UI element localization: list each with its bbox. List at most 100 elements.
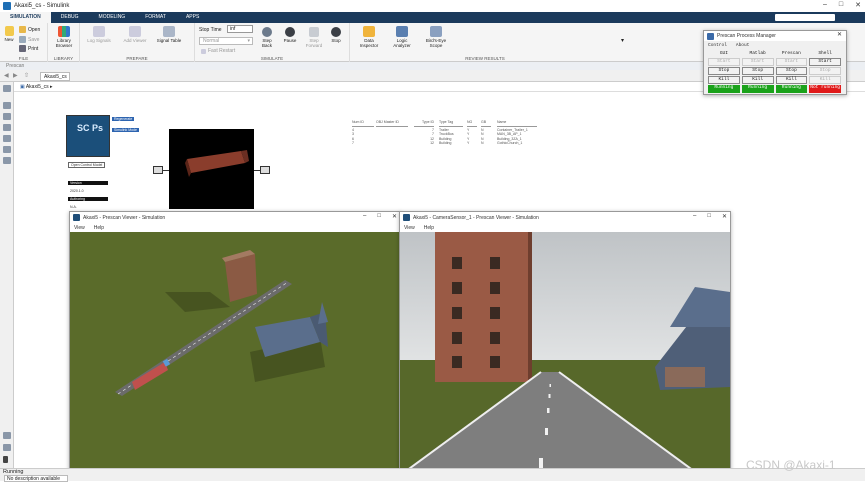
step-forward-button[interactable]: Step Forward xyxy=(303,27,325,48)
ribbon-search-box[interactable] xyxy=(775,14,835,21)
col-header: Type ID xyxy=(414,120,434,127)
model-browser-icon[interactable] xyxy=(3,432,11,439)
log-signals-label: Log Signals xyxy=(87,38,111,43)
viewer-window-top: Akaxi5 - Prescan Viewer - Simulation – □ ✕… xyxy=(69,211,401,472)
close-icon[interactable]: ✕ xyxy=(837,31,842,38)
log-signals-button[interactable]: Log Signals xyxy=(86,26,112,43)
birds-eye-scope-button[interactable]: Bird's-Eye Scope xyxy=(422,26,450,48)
logic-analyzer-label: Logic Analyzer xyxy=(393,38,411,48)
menu-help[interactable]: Help xyxy=(94,225,104,231)
simulink-mode-button[interactable]: Simulink Mode xyxy=(112,128,139,132)
title-bar: Akaxi5_cs - Simulink xyxy=(0,0,865,12)
print-button[interactable]: Print xyxy=(19,45,38,52)
close-icon[interactable]: ✕ xyxy=(392,213,397,220)
maximize-icon[interactable]: □ xyxy=(707,213,711,220)
fit-icon[interactable] xyxy=(3,113,11,120)
start-prescan-button[interactable]: Start xyxy=(775,58,808,66)
menu-view[interactable]: View xyxy=(404,225,415,231)
signal-table-button[interactable]: Signal Table xyxy=(156,26,182,43)
inport-block[interactable] xyxy=(153,166,163,174)
area-icon[interactable] xyxy=(3,157,11,164)
start-gui-button[interactable]: Start xyxy=(708,58,740,66)
step-back-button[interactable]: Step Back xyxy=(257,27,277,48)
up-icon[interactable]: ⇧ xyxy=(24,72,29,79)
outport-block[interactable] xyxy=(260,166,270,174)
stop-matlab-button[interactable]: Stop xyxy=(741,67,774,75)
open-button[interactable]: Open xyxy=(19,26,40,33)
top-view-render[interactable] xyxy=(70,232,400,471)
pause-label: Pause xyxy=(283,38,297,43)
viewer2-menu: View Help xyxy=(400,223,730,232)
new-button[interactable]: New xyxy=(2,26,16,42)
tab-simulation[interactable]: SIMULATION xyxy=(0,12,51,23)
menu-about[interactable]: About xyxy=(736,43,750,48)
open-control-model-button[interactable]: Open Control Model xyxy=(68,162,106,168)
col-header: Shell xyxy=(818,51,832,56)
tab-modeling[interactable]: MODELING xyxy=(89,12,136,23)
kill-matlab-button[interactable]: Kill xyxy=(741,76,774,84)
sim-mode-value: Normal xyxy=(203,38,220,44)
authoring-label: Authoring xyxy=(68,197,108,201)
prescan-block[interactable]: SC Ps xyxy=(66,115,110,157)
viewer1-controls: – □ ✕ xyxy=(363,213,397,220)
ppm-app-icon xyxy=(707,32,714,40)
back-icon[interactable]: ◀ xyxy=(4,72,9,79)
kill-shell-button[interactable]: Kill xyxy=(809,76,841,84)
vehicle-block[interactable] xyxy=(169,129,254,209)
stop-label: Stop xyxy=(331,38,341,43)
close-icon[interactable]: ✕ xyxy=(722,213,727,220)
image-icon[interactable] xyxy=(3,146,11,153)
viewer-window-camera: Akaxi5 - CameraSensor_1 - Prescan Viewer… xyxy=(399,211,731,475)
kill-gui-button[interactable]: Kill xyxy=(708,76,740,84)
save-button[interactable]: Save xyxy=(19,36,39,43)
pause-button[interactable]: Pause xyxy=(280,27,300,43)
sim-mode-select[interactable]: Normal ▾ xyxy=(199,37,253,45)
canvas-toolbar xyxy=(0,82,14,468)
start-shell-button[interactable]: Start xyxy=(809,58,841,66)
tab-format[interactable]: FORMAT xyxy=(135,12,176,23)
status-badge: Running xyxy=(708,85,740,93)
camera-view-render[interactable] xyxy=(400,232,730,474)
arrow-icon[interactable] xyxy=(3,124,11,131)
model-tab[interactable]: Akaxi5_cs xyxy=(40,72,70,81)
regenerate-button[interactable]: Regenerate xyxy=(112,117,135,121)
kill-prescan-button[interactable]: Kill xyxy=(775,76,808,84)
maximize-icon[interactable]: □ xyxy=(839,1,843,9)
menu-control[interactable]: Control xyxy=(708,43,727,48)
zoom-icon[interactable] xyxy=(3,102,11,109)
stop-button[interactable]: Stop xyxy=(327,27,345,43)
annotation-icon[interactable] xyxy=(3,135,11,142)
birds-eye-label: Bird's-Eye Scope xyxy=(425,38,447,48)
expand-icon[interactable] xyxy=(3,456,8,463)
minimize-icon[interactable]: – xyxy=(693,213,696,220)
forward-icon[interactable]: ▶ xyxy=(13,72,18,79)
stop-time-input[interactable]: inf xyxy=(227,25,253,33)
logic-analyzer-button[interactable]: Logic Analyzer xyxy=(390,26,414,48)
menu-help[interactable]: Help xyxy=(424,225,434,231)
tab-apps[interactable]: APPS xyxy=(176,12,209,23)
stop-prescan-button[interactable]: Stop xyxy=(775,67,808,75)
tab-debug[interactable]: DEBUG xyxy=(51,12,89,23)
group-library: Library Browser LIBRARY xyxy=(48,23,80,62)
start-matlab-button[interactable]: Start xyxy=(741,58,774,66)
menu-view[interactable]: View xyxy=(74,225,85,231)
data-inspector-button[interactable]: Data Inspector xyxy=(358,26,380,48)
add-viewer-button[interactable]: Add Viewer xyxy=(122,26,148,43)
minimize-icon[interactable]: – xyxy=(363,213,366,220)
hide-show-icon[interactable] xyxy=(3,85,11,92)
stop-shell-button[interactable]: Stop xyxy=(809,67,841,75)
ps-logo: SC Ps xyxy=(77,123,104,133)
step-forward-icon xyxy=(309,27,319,37)
explorer-icon[interactable] xyxy=(3,444,11,451)
minimize-icon[interactable]: – xyxy=(823,1,827,9)
col-header: Name xyxy=(497,120,537,127)
stop-gui-button[interactable]: Stop xyxy=(708,67,740,75)
maximize-icon[interactable]: □ xyxy=(377,213,381,220)
data-inspector-label: Data Inspector xyxy=(359,38,379,48)
library-browser-button[interactable]: Library Browser xyxy=(52,26,76,48)
save-icon xyxy=(19,36,26,43)
signal-line xyxy=(254,170,260,171)
ribbon-expand-icon[interactable]: ▾ xyxy=(621,37,624,44)
fast-restart-button[interactable]: Fast Restart xyxy=(201,48,235,54)
close-icon[interactable]: ✕ xyxy=(855,1,861,9)
